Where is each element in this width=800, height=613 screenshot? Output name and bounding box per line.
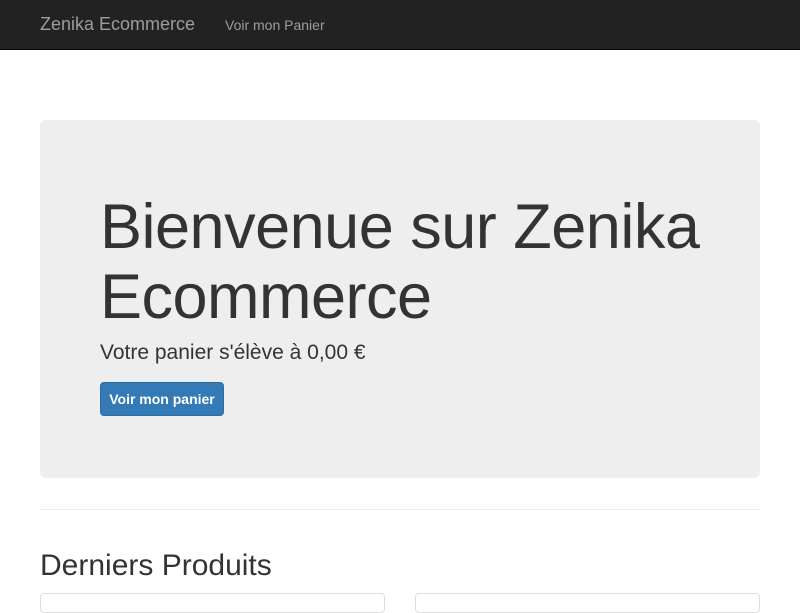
welcome-jumbotron: Bienvenue sur Zenika Ecommerce Votre pan…	[40, 120, 760, 478]
section-divider	[40, 509, 760, 510]
product-card[interactable]	[40, 593, 385, 613]
welcome-title: Bienvenue sur Zenika Ecommerce	[100, 192, 700, 332]
brand-link[interactable]: Zenika Ecommerce	[40, 14, 195, 34]
view-cart-button[interactable]: Voir mon panier	[100, 382, 224, 416]
top-navbar: Zenika Ecommerce Voir mon Panier	[0, 0, 800, 50]
cart-total-text: Votre panier s'élève à 0,00 €	[100, 341, 366, 364]
latest-products-heading: Derniers Produits	[40, 549, 272, 582]
product-card[interactable]	[415, 593, 760, 613]
nav-link-cart[interactable]: Voir mon Panier	[225, 16, 325, 34]
